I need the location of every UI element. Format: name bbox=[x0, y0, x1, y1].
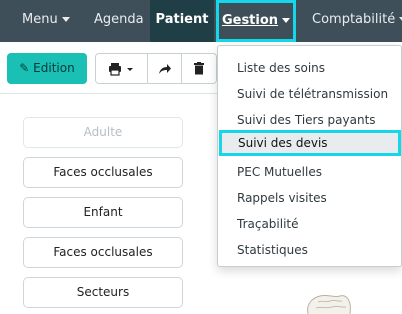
adult-button-label: Adulte bbox=[83, 125, 123, 139]
edit-button[interactable]: ✎ Edition bbox=[7, 53, 87, 84]
menu-item-label: Liste des soins bbox=[237, 61, 326, 75]
nav-gestion-label: Gestion bbox=[221, 13, 279, 28]
caret-down-icon bbox=[61, 17, 70, 22]
nav-patient-label: Patient bbox=[155, 12, 209, 27]
toolbar-button-group bbox=[95, 53, 217, 84]
share-button[interactable] bbox=[148, 54, 182, 83]
child-button-label: Enfant bbox=[83, 205, 123, 219]
menu-item-rappels-visites[interactable]: Rappels visites bbox=[218, 185, 401, 211]
menu-item-suivi-des-devis[interactable]: Suivi des devis bbox=[219, 130, 401, 156]
tooth-diagram-image bbox=[307, 294, 351, 314]
occlusal-faces-button-2-label: Faces occlusales bbox=[53, 245, 153, 259]
share-icon bbox=[158, 63, 171, 74]
gestion-dropdown-menu: Liste des soins Suivi de télétransmissio… bbox=[217, 45, 402, 267]
caret-down-icon bbox=[282, 18, 291, 23]
nav-comptabilite-label: Comptabilité bbox=[312, 12, 396, 27]
menu-item-label: Traçabilité bbox=[237, 217, 299, 231]
menu-item-label: PEC Mutuelles bbox=[237, 165, 322, 179]
nav-comptabilite[interactable]: Comptabilité bbox=[312, 0, 402, 42]
nav-agenda-label: Agenda bbox=[94, 12, 144, 27]
occlusal-faces-button-label: Faces occlusales bbox=[53, 165, 153, 179]
print-dropdown-button[interactable] bbox=[96, 54, 148, 83]
menu-item-label: Statistiques bbox=[237, 243, 308, 257]
edit-button-label: Edition bbox=[33, 61, 75, 75]
chevron-down-icon bbox=[126, 67, 133, 71]
sectors-button[interactable]: Secteurs bbox=[23, 277, 183, 308]
nav-gestion[interactable]: Gestion bbox=[216, 0, 296, 42]
child-button[interactable]: Enfant bbox=[23, 197, 183, 228]
menu-item-label: Rappels visites bbox=[237, 191, 327, 205]
menu-item-label: Suivi des devis bbox=[238, 136, 328, 150]
top-navbar: Menu Agenda Patient Gestion Comptabilité bbox=[0, 0, 402, 42]
menu-item-suivi-teletransmission[interactable]: Suivi de télétransmission bbox=[218, 81, 401, 107]
nav-patient[interactable]: Patient bbox=[150, 0, 214, 42]
print-icon bbox=[108, 62, 133, 76]
pencil-icon: ✎ bbox=[19, 61, 30, 75]
menu-item-pec-mutuelles[interactable]: PEC Mutuelles bbox=[218, 159, 401, 185]
menu-item-label: Suivi des Tiers payants bbox=[237, 113, 376, 127]
adult-button[interactable]: Adulte bbox=[23, 117, 183, 148]
delete-button[interactable] bbox=[182, 54, 216, 83]
menu-item-label: Suivi de télétransmission bbox=[237, 87, 389, 101]
menu-item-tracabilite[interactable]: Traçabilité bbox=[218, 211, 401, 237]
occlusal-faces-button-2[interactable]: Faces occlusales bbox=[23, 237, 183, 268]
nav-menu[interactable]: Menu bbox=[22, 0, 70, 42]
sectors-button-label: Secteurs bbox=[76, 285, 130, 299]
menu-item-liste-des-soins[interactable]: Liste des soins bbox=[218, 55, 401, 81]
trash-icon bbox=[194, 62, 204, 75]
nav-menu-label: Menu bbox=[22, 12, 58, 27]
menu-item-statistiques[interactable]: Statistiques bbox=[218, 237, 401, 263]
occlusal-faces-button[interactable]: Faces occlusales bbox=[23, 157, 183, 188]
nav-agenda[interactable]: Agenda bbox=[94, 0, 144, 42]
